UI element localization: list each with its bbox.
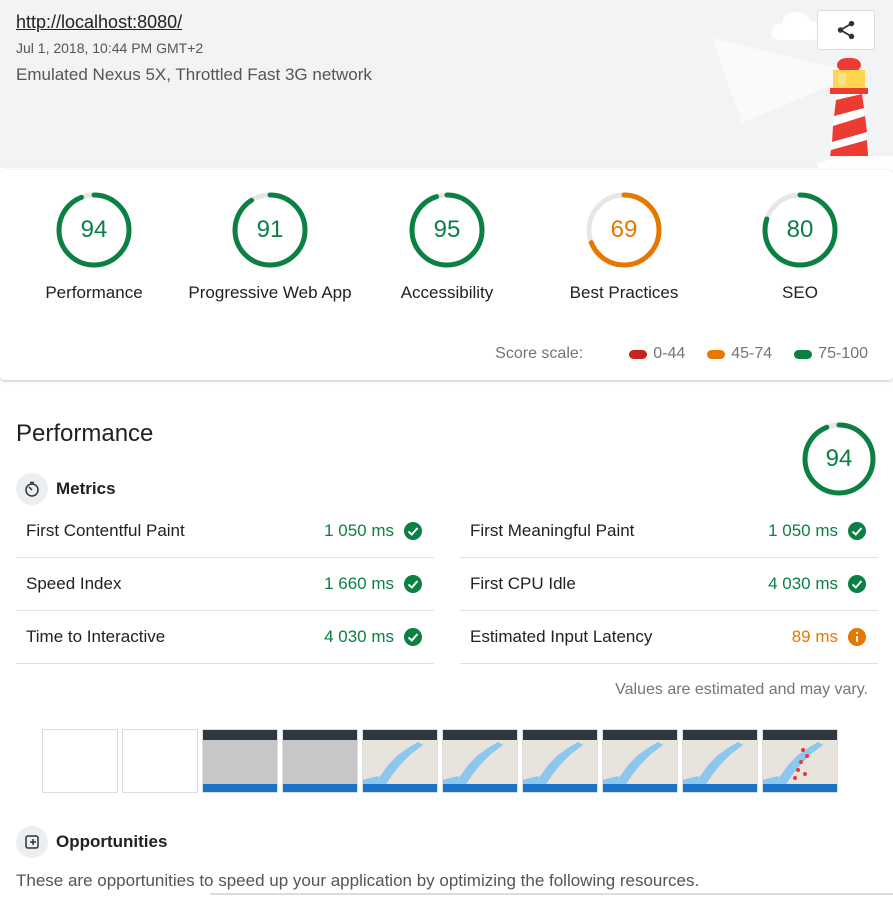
average-indicator xyxy=(707,349,726,359)
metric-first-meaningful-paint: First Meaningful Paint 1 050 ms xyxy=(460,505,878,558)
gauge-label: Best Practices xyxy=(569,283,679,302)
score-value: 69 xyxy=(610,216,638,243)
pass-check-icon xyxy=(404,522,422,540)
filmstrip-frame xyxy=(682,729,758,793)
score-gauge: 94 xyxy=(54,190,134,270)
report-date: Jul 1, 2018, 10:44 PM GMT+2 xyxy=(16,40,204,56)
performance-score-value: 94 xyxy=(825,445,853,472)
score-gauge: 91 xyxy=(230,190,310,270)
category-scores-card: 94 Performance 91 Progressive Web App 95… xyxy=(0,170,893,380)
metric-first-cpu-idle: First CPU Idle 4 030 ms xyxy=(460,558,878,611)
score-value: 95 xyxy=(433,216,461,243)
filmstrip-frame xyxy=(442,729,518,793)
gauge-best-practices[interactable]: 69 Best Practices xyxy=(534,190,714,303)
pass-check-icon xyxy=(404,628,422,646)
metric-first-contentful-paint: First Contentful Paint 1 050 ms xyxy=(16,505,434,558)
pass-check-icon xyxy=(848,575,866,593)
performance-title: Performance xyxy=(16,420,154,447)
score-value: 91 xyxy=(256,216,284,243)
gauge-label: Accessibility xyxy=(400,283,494,302)
score-gauge: 95 xyxy=(407,190,487,270)
gauge-seo[interactable]: 80 SEO xyxy=(710,190,890,303)
metrics-heading: Metrics xyxy=(16,473,116,505)
gauge-accessibility[interactable]: 95 Accessibility xyxy=(357,190,537,303)
filmstrip-frame xyxy=(522,729,598,793)
filmstrip-frame xyxy=(122,729,198,793)
opportunities-heading: Opportunities xyxy=(16,826,167,858)
pass-check-icon xyxy=(848,522,866,540)
divider xyxy=(210,893,893,895)
scale-pass: 75-100 xyxy=(794,345,868,363)
metric-name: First CPU Idle xyxy=(470,574,576,593)
pass-check-icon xyxy=(404,575,422,593)
filmstrip-frame xyxy=(762,729,838,793)
filmstrip-frame xyxy=(282,729,358,793)
metrics-heading-label: Metrics xyxy=(56,479,116,498)
lighthouse-logo xyxy=(818,58,893,168)
scale-average: 45-74 xyxy=(707,345,772,363)
score-gauge: 80 xyxy=(760,190,840,270)
score-value: 80 xyxy=(786,216,814,243)
metric-name: Speed Index xyxy=(26,574,122,593)
filmstrip-frame xyxy=(362,729,438,793)
filmstrip-frame xyxy=(42,729,118,793)
performance-score-gauge: 94 xyxy=(801,421,877,497)
share-button[interactable] xyxy=(817,10,875,50)
report-header: http://localhost:8080/ Jul 1, 2018, 10:4… xyxy=(0,0,893,168)
metric-speed-index: Speed Index 1 660 ms xyxy=(16,558,434,611)
gauge-label: SEO xyxy=(782,283,818,302)
metric-value: 1 050 ms xyxy=(768,521,838,540)
scale-range-label: 0-44 xyxy=(653,345,686,362)
scale-range-label: 75-100 xyxy=(818,345,868,362)
gauge-label: Progressive Web App xyxy=(188,283,352,302)
estimate-note: Values are estimated and may vary. xyxy=(615,681,868,698)
metric-name: First Contentful Paint xyxy=(26,521,185,540)
metric-value: 89 ms xyxy=(791,627,838,646)
opportunity-icon xyxy=(16,826,48,858)
metric-time-to-interactive: Time to Interactive 4 030 ms xyxy=(16,611,434,664)
filmstrip-frame xyxy=(202,729,278,793)
opportunities-description: These are opportunities to speed up your… xyxy=(16,871,700,890)
metric-name: Time to Interactive xyxy=(26,627,166,646)
filmstrip-frame xyxy=(602,729,678,793)
scale-range-label: 45-74 xyxy=(731,345,773,362)
metric-value: 4 030 ms xyxy=(768,574,838,593)
opportunities-heading-label: Opportunities xyxy=(56,832,168,851)
gauge-performance[interactable]: 94 Performance xyxy=(4,190,184,303)
scale-fail: 0-44 xyxy=(629,345,685,363)
metric-value: 4 030 ms xyxy=(324,627,394,646)
page-url-link[interactable]: http://localhost:8080/ xyxy=(16,12,182,33)
score-scale-label: Score scale: xyxy=(495,345,584,362)
timer-icon xyxy=(16,473,48,505)
gauge-pwa[interactable]: 91 Progressive Web App xyxy=(180,190,360,303)
score-scale-legend: Score scale: 0-44 45-74 75-100 xyxy=(495,345,868,363)
metric-name: Estimated Input Latency xyxy=(470,627,653,646)
metric-value: 1 660 ms xyxy=(324,574,394,593)
fail-indicator xyxy=(629,349,648,359)
environment-info: Emulated Nexus 5X, Throttled Fast 3G net… xyxy=(16,65,372,84)
filmstrip xyxy=(42,729,838,793)
score-value: 94 xyxy=(80,216,108,243)
share-icon xyxy=(837,20,855,40)
gauge-label: Performance xyxy=(45,283,143,302)
pass-indicator xyxy=(794,349,813,359)
score-gauge: 69 xyxy=(584,190,664,270)
metric-estimated-input-latency: Estimated Input Latency 89 ms xyxy=(460,611,878,664)
metric-value: 1 050 ms xyxy=(324,521,394,540)
info-warning-icon xyxy=(848,628,866,646)
metric-name: First Meaningful Paint xyxy=(470,521,635,540)
